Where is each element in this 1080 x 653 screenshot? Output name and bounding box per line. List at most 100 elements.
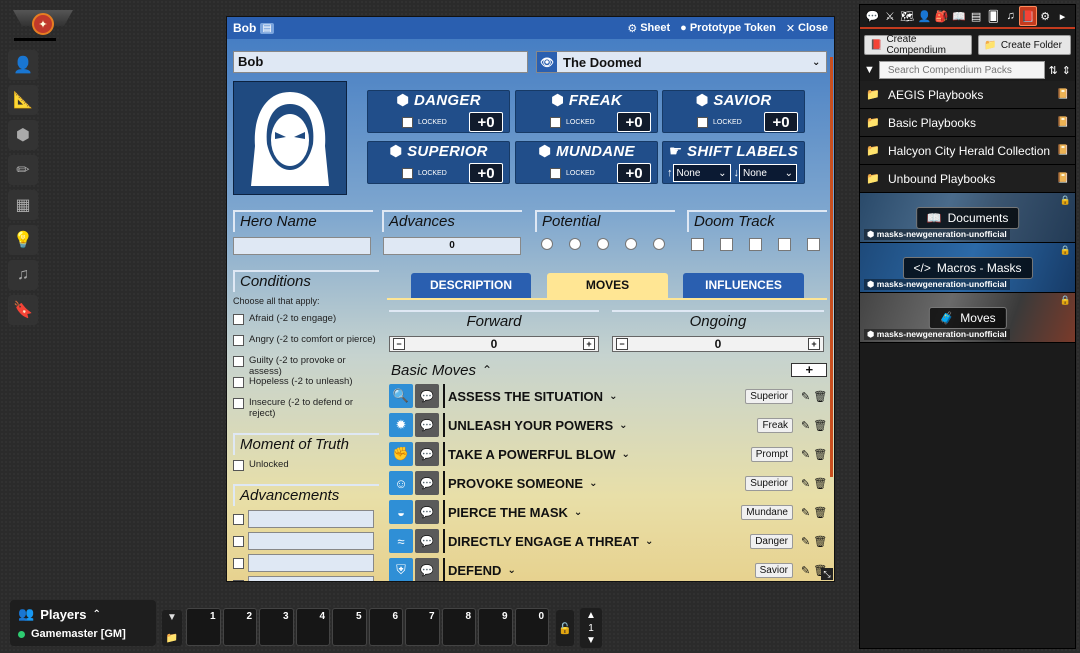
journal-tab-icon[interactable]: 📖 (950, 6, 967, 26)
condition-checkbox[interactable] (233, 398, 244, 409)
chevron-up-icon[interactable]: ⌃ (92, 609, 100, 620)
notes-icon[interactable]: 🔖 (8, 295, 38, 325)
advancement-checkbox[interactable] (233, 579, 244, 581)
chat-icon[interactable]: 💬 (415, 558, 439, 581)
trash-icon[interactable]: 🗑 (813, 448, 827, 461)
resize-handle-icon[interactable]: ⤡ (821, 568, 833, 580)
advancement-checkbox[interactable] (233, 557, 244, 569)
move-name[interactable]: PIERCE THE MASK ⌄ (443, 500, 741, 524)
prototype-token-button[interactable]: ● Prototype Token (680, 22, 776, 34)
mask-icon[interactable]: ◒ (389, 500, 413, 524)
chat-icon[interactable]: 💬 (415, 384, 439, 408)
create-entry-icon[interactable]: 📔 (1057, 117, 1069, 128)
condition-checkbox[interactable] (233, 356, 244, 367)
shift-down-select[interactable]: None ⌄ (739, 164, 797, 182)
chevron-up-icon[interactable]: ⌃ (482, 363, 492, 377)
ongoing-increment-button[interactable]: + (808, 338, 820, 350)
move-name[interactable]: DEFEND ⌄ (443, 558, 755, 581)
macro-slot[interactable]: 2 (222, 608, 257, 646)
move-stat-tag[interactable]: Danger (750, 533, 793, 549)
tab-influences[interactable]: INFLUENCES (683, 273, 804, 298)
edit-icon[interactable]: ✎ (801, 419, 810, 432)
combat-tab-icon[interactable]: ⚔ (881, 6, 898, 26)
sheet-scrollbar[interactable] (830, 57, 833, 477)
stat-value[interactable]: +0 (469, 112, 503, 132)
folder-aegis[interactable]: 📁 AEGIS Playbooks 📔 (860, 81, 1075, 109)
playbook-select[interactable]: 👁 The Doomed ⌄ (536, 51, 827, 73)
shift-up-select[interactable]: None ⌄ (672, 164, 731, 182)
doom-box[interactable] (778, 238, 791, 251)
chat-tab-icon[interactable]: 💬 (864, 6, 881, 26)
macro-slot[interactable]: 5 (332, 608, 367, 646)
tab-moves[interactable]: MOVES (547, 273, 668, 298)
condition-checkbox[interactable] (233, 314, 244, 325)
forward-decrement-button[interactable]: − (393, 338, 405, 350)
move-name[interactable]: ASSESS THE SITUATION ⌄ (443, 384, 745, 408)
advancement-input[interactable] (248, 576, 374, 581)
folder-basic[interactable]: 📁 Basic Playbooks 📔 (860, 109, 1075, 137)
pack-moves[interactable]: 🔒 🧳 Moves ⬢ masks-newgeneration-unofficia… (860, 293, 1075, 343)
sounds-icon[interactable]: ♫ (8, 260, 38, 290)
hero-name-input[interactable] (233, 237, 371, 255)
forward-increment-button[interactable]: + (583, 338, 595, 350)
move-stat-tag[interactable]: Superior (745, 475, 793, 491)
potential-bubble[interactable] (597, 238, 609, 250)
shield-icon[interactable]: ⛨ (389, 558, 413, 581)
lock-icon[interactable]: 🔓 (556, 610, 574, 646)
sheet-config-button[interactable]: ⚙ Sheet (627, 22, 670, 35)
pack-documents[interactable]: 🔒 📖 Documents ⬢ masks-newgeneration-unoff… (860, 193, 1075, 243)
advancement-input[interactable] (248, 532, 374, 550)
lock-checkbox[interactable] (550, 116, 561, 128)
condition-checkbox[interactable] (233, 377, 244, 388)
macro-slot[interactable]: 1 (186, 608, 221, 646)
stat-value[interactable]: +0 (617, 163, 651, 183)
potential-bubble[interactable] (541, 238, 553, 250)
create-entry-icon[interactable]: 📔 (1057, 145, 1069, 156)
edit-icon[interactable]: ✎ (801, 390, 810, 403)
edit-icon[interactable]: ✎ (801, 477, 810, 490)
edit-icon[interactable]: ✎ (801, 535, 810, 548)
potential-bubble[interactable] (625, 238, 637, 250)
macro-slot[interactable]: 3 (259, 608, 294, 646)
collapse-all-icon[interactable]: ⇕ (1062, 64, 1071, 77)
condition-checkbox[interactable] (233, 335, 244, 346)
advancement-input[interactable] (248, 554, 374, 572)
items-tab-icon[interactable]: 🎒 (933, 6, 950, 26)
fist-icon[interactable]: ✊ (389, 442, 413, 466)
move-stat-tag[interactable]: Mundane (741, 504, 793, 520)
chat-icon[interactable]: 💬 (415, 529, 439, 553)
chat-icon[interactable]: 💬 (415, 471, 439, 495)
condition-insecure[interactable]: Insecure (-2 to defend or reject) (233, 397, 379, 423)
move-name[interactable]: PROVOKE SOMEONE ⌄ (443, 471, 745, 495)
doom-box[interactable] (720, 238, 733, 251)
character-name-input[interactable]: Bob (233, 51, 528, 73)
macro-slot[interactable]: 8 (441, 608, 476, 646)
doom-box[interactable] (749, 238, 762, 251)
move-stat-tag[interactable]: Prompt (750, 446, 793, 462)
trash-icon[interactable]: 🗑 (813, 477, 827, 490)
search-input[interactable] (878, 61, 1045, 79)
lock-checkbox[interactable] (550, 167, 561, 179)
trash-icon[interactable]: 🗑 (813, 419, 827, 432)
walls-icon[interactable]: ▦ (8, 190, 38, 220)
add-move-button[interactable]: + (791, 363, 827, 377)
macro-slot[interactable]: 0 (514, 608, 549, 646)
settings-tab-icon[interactable]: ⚙ (1037, 6, 1054, 26)
create-entry-icon[interactable]: 📔 (1057, 173, 1069, 184)
close-button[interactable]: ✕ Close (786, 22, 828, 35)
collapse-sidebar-icon[interactable]: ▸ (1054, 6, 1071, 26)
stat-value[interactable]: +0 (617, 112, 651, 132)
wave-icon[interactable]: ≈ (389, 529, 413, 553)
chat-icon[interactable]: 💬 (415, 500, 439, 524)
sort-icon[interactable]: ⇅ (1049, 64, 1058, 77)
measure-icon[interactable]: 📐 (8, 85, 38, 115)
condition-afraid[interactable]: Afraid (-2 to engage) (233, 313, 379, 334)
tables-tab-icon[interactable]: ▤ (968, 6, 985, 26)
edit-icon[interactable]: ✎ (801, 506, 810, 519)
macro-slot[interactable]: 6 (368, 608, 403, 646)
potential-bubble[interactable] (653, 238, 665, 250)
document-id-icon[interactable]: ▤ (260, 22, 274, 34)
move-stat-tag[interactable]: Superior (745, 388, 793, 404)
advancement-input[interactable] (248, 510, 374, 528)
moment-unlocked[interactable]: Unlocked (233, 459, 379, 480)
